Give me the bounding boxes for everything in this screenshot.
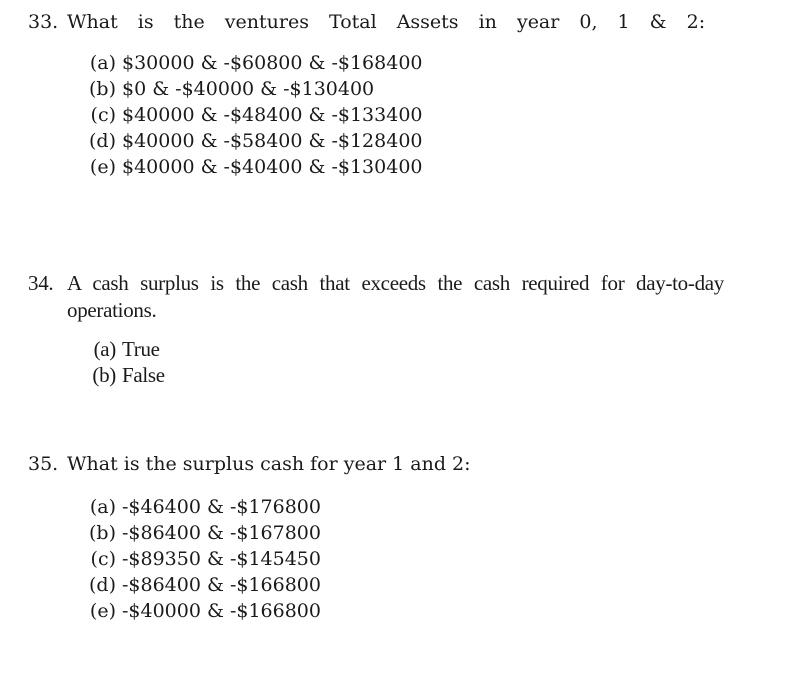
- option-text: -$40000 & -$166800: [122, 600, 321, 622]
- answer-option-a[interactable]: (a) $30000 & -$60800 & -$168400: [82, 50, 724, 76]
- question-number: 34.: [28, 271, 54, 295]
- option-label: (a): [93, 337, 117, 361]
- answer-option-d[interactable]: (d) $40000 & -$58400 & -$128400: [82, 128, 724, 154]
- option-text: $30000 & -$60800 & -$168400: [122, 52, 423, 74]
- option-text: True: [122, 337, 160, 361]
- question-number: 35.: [28, 453, 59, 475]
- answer-option-b[interactable]: (b) -$86400 & -$167800: [82, 520, 724, 546]
- option-label: (e): [89, 156, 116, 178]
- question-stem: 35. What is the surplus cash for year 1 …: [28, 451, 724, 478]
- answer-option-e[interactable]: (e) $40000 & -$40400 & -$130400: [82, 154, 724, 180]
- answer-options: (a) True (b) False: [82, 336, 724, 388]
- answer-option-d[interactable]: (d) -$86400 & -$166800: [82, 572, 724, 598]
- option-text: -$46400 & -$176800: [122, 496, 321, 518]
- question-text: A cash surplus is the cash that exceeds …: [67, 271, 724, 322]
- option-text: $40000 & -$58400 & -$128400: [122, 130, 423, 152]
- answer-option-b[interactable]: (b) $0 & -$40000 & -$130400: [82, 76, 724, 102]
- option-label: (b): [92, 363, 116, 387]
- answer-option-b[interactable]: (b) False: [82, 362, 724, 388]
- option-label: (c): [90, 104, 116, 126]
- option-text: -$86400 & -$166800: [122, 574, 321, 596]
- question-stem: 34. A cash surplus is the cash that exce…: [28, 270, 724, 324]
- option-label: (c): [90, 548, 116, 570]
- option-text: -$89350 & -$145450: [122, 548, 321, 570]
- option-label: (a): [89, 496, 116, 518]
- option-text: $40000 & -$48400 & -$133400: [122, 104, 423, 126]
- question-text: What is the ventures Total Assets in yea…: [67, 11, 706, 33]
- option-label: (d): [89, 130, 116, 152]
- answer-option-a[interactable]: (a) True: [82, 336, 724, 362]
- option-label: (b): [89, 78, 116, 100]
- question-text: What is the surplus cash for year 1 and …: [67, 453, 471, 475]
- option-text: $0 & -$40000 & -$130400: [122, 78, 375, 100]
- answer-option-e[interactable]: (e) -$40000 & -$166800: [82, 598, 724, 624]
- option-label: (b): [89, 522, 116, 544]
- question-35: 35. What is the surplus cash for year 1 …: [28, 451, 724, 624]
- option-label: (a): [89, 52, 116, 74]
- option-text: -$86400 & -$167800: [122, 522, 321, 544]
- question-number: 33.: [28, 11, 59, 33]
- option-text: False: [122, 363, 165, 387]
- option-label: (e): [89, 600, 116, 622]
- option-text: $40000 & -$40400 & -$130400: [122, 156, 423, 178]
- option-label: (d): [89, 574, 116, 596]
- question-33: 33. What is the ventures Total Assets in…: [28, 9, 724, 180]
- answer-options: (a) -$46400 & -$176800 (b) -$86400 & -$1…: [82, 494, 724, 624]
- question-34: 34. A cash surplus is the cash that exce…: [28, 270, 724, 388]
- answer-option-c[interactable]: (c) $40000 & -$48400 & -$133400: [82, 102, 724, 128]
- answer-option-c[interactable]: (c) -$89350 & -$145450: [82, 546, 724, 572]
- answer-options: (a) $30000 & -$60800 & -$168400 (b) $0 &…: [82, 50, 724, 180]
- question-stem: 33. What is the ventures Total Assets in…: [28, 9, 724, 36]
- answer-option-a[interactable]: (a) -$46400 & -$176800: [82, 494, 724, 520]
